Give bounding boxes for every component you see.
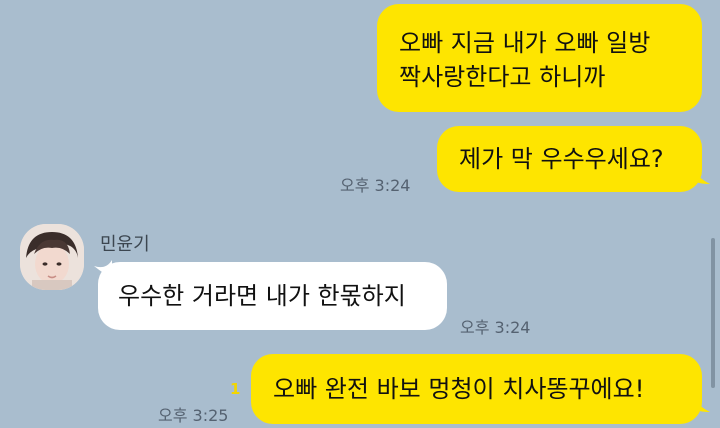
message-text: 우수한 거라면 내가 한몫하지 xyxy=(118,282,406,310)
message-time: 오후 3:25 xyxy=(158,406,229,425)
sender-name: 민윤기 xyxy=(100,234,150,255)
message-text: 오빠 완전 바보 멍청이 치사똥꾸에요! xyxy=(273,375,645,403)
message-time: 오후 3:24 xyxy=(340,176,411,195)
bubble-tail-icon xyxy=(692,168,710,184)
my-message-bubble[interactable]: 오빠 지금 내가 오빠 일방 짝사랑한다고 하니까 xyxy=(377,4,702,112)
message-line: 오빠 지금 내가 오빠 일방 xyxy=(399,29,651,57)
message-line: 짝사랑한다고 하니까 xyxy=(399,63,606,91)
message-text: 제가 막 우수우세요? xyxy=(459,145,664,173)
bubble-tail-icon xyxy=(692,396,710,412)
my-message-bubble[interactable]: 오빠 완전 바보 멍청이 치사똥꾸에요! xyxy=(251,354,702,424)
chat-room: 오빠 지금 내가 오빠 일방 짝사랑한다고 하니까 제가 막 우수우세요? 오후… xyxy=(0,0,720,428)
other-message-bubble[interactable]: 우수한 거라면 내가 한몫하지 xyxy=(98,262,447,330)
profile-avatar[interactable] xyxy=(20,224,84,290)
message-time: 오후 3:24 xyxy=(460,318,531,337)
profile-avatar-icon xyxy=(20,224,84,290)
scrollbar[interactable] xyxy=(711,238,715,388)
my-message-bubble[interactable]: 제가 막 우수우세요? xyxy=(437,126,702,192)
unread-count: 1 xyxy=(230,380,241,398)
